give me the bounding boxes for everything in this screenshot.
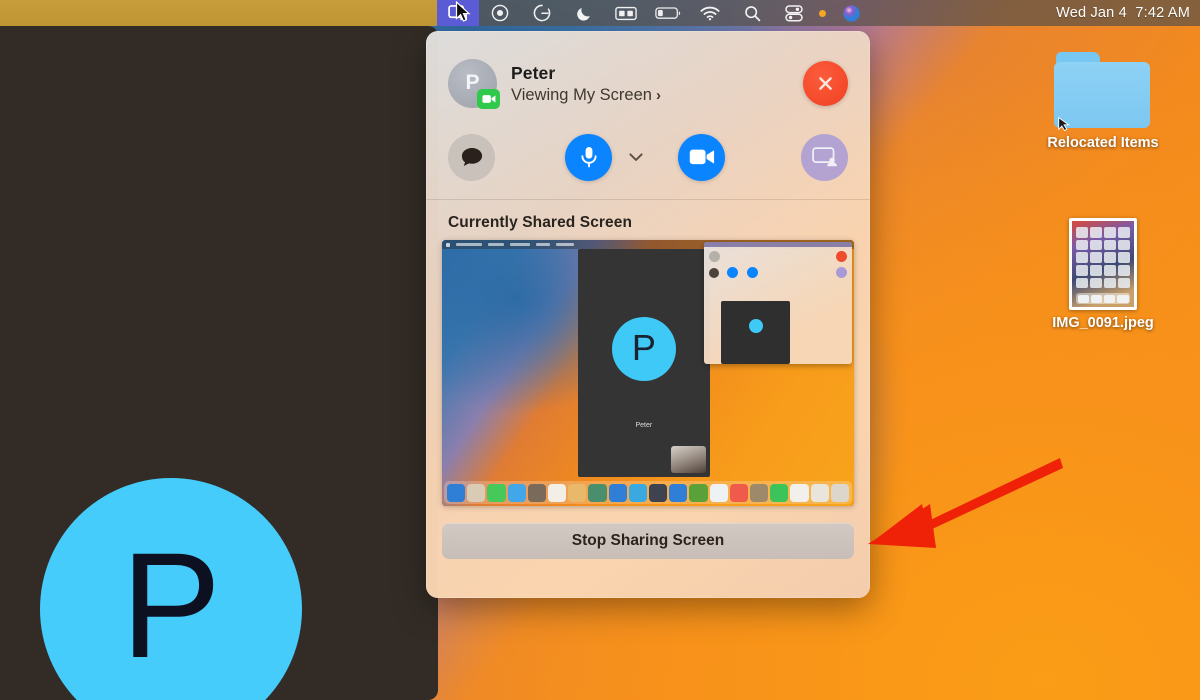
menu-bar-clock[interactable]: Wed Jan 4 7:42 AM [1056,0,1190,26]
video-button[interactable] [678,133,725,181]
video-active-badge-icon [477,89,500,109]
alias-arrow-badge [1058,116,1070,132]
background-avatar-initial: P [120,521,222,689]
microphone-options-button[interactable] [629,149,643,166]
image-file-thumbnail [1069,218,1137,310]
caller-status-text: Viewing My Screen [511,85,652,104]
screen-sharing-popover: P Peter Viewing My Screen › Currently Sh… [426,31,870,598]
caller-name: Peter [511,62,556,83]
wifi-icon[interactable] [689,0,731,26]
close-icon [819,77,832,90]
preview-facetime-window: P Peter [577,249,710,477]
preview-avatar-initial: P [631,326,656,368]
desktop-icon-label: IMG_0091.jpeg [1052,315,1154,331]
share-screen-button[interactable] [801,133,848,181]
chat-button[interactable] [448,133,495,181]
privacy-indicator-dot [819,9,826,17]
screen-share-icon [811,147,837,167]
shared-screen-preview[interactable]: P Peter [442,240,854,506]
caller-avatar: P [448,59,500,109]
desktop-icon-img-0091[interactable]: IMG_0091.jpeg [1028,218,1178,331]
microphone-icon [580,147,597,168]
stop-sharing-screen-button[interactable]: Stop Sharing Screen [442,523,854,559]
menu-bar-status-icons [437,0,872,26]
do-not-disturb-moon-icon[interactable] [563,0,605,26]
caller-info: Peter Viewing My Screen › [511,63,803,105]
preview-dock [444,481,852,504]
preview-caller-name: Peter [635,422,653,430]
video-camera-icon [689,149,714,165]
menu-bar-left-section [0,0,437,26]
siri-icon[interactable] [830,0,872,26]
caller-status-row[interactable]: Viewing My Screen › [511,86,803,105]
folder-icon [1054,52,1152,132]
desktop-icon-relocated-items[interactable]: Relocated Items [1028,52,1178,151]
preview-self-view-pip [670,446,706,473]
spotlight-search-icon[interactable] [731,0,773,26]
microphone-button[interactable] [565,133,612,181]
stop-sharing-label: Stop Sharing Screen [571,532,725,549]
call-controls-row [426,111,870,197]
preview-nested-popover [703,242,852,365]
menu-bar: Wed Jan 4 7:42 AM [0,0,1200,26]
shared-screen-section-title: Currently Shared Screen [448,214,633,231]
chevron-down-icon [629,152,643,161]
preview-participant-avatar: P [611,317,676,382]
background-participant-avatar: P [40,478,302,700]
record-icon[interactable] [479,0,521,26]
popover-header: P Peter Viewing My Screen › [426,31,870,111]
chevron-right-icon: › [655,86,661,104]
background-facetime-window[interactable]: P [0,26,438,700]
desktop-icon-label: Relocated Items [1047,135,1159,151]
close-button[interactable] [803,61,848,106]
control-center-icon[interactable] [773,0,815,26]
chat-bubble-icon [461,148,482,166]
keyboard-input-icon[interactable] [605,0,647,26]
battery-icon[interactable] [647,0,689,26]
red-arrow-annotation-icon [868,458,1063,548]
screen-sharing-icon[interactable] [437,0,479,26]
grammarly-icon[interactable] [521,0,563,26]
